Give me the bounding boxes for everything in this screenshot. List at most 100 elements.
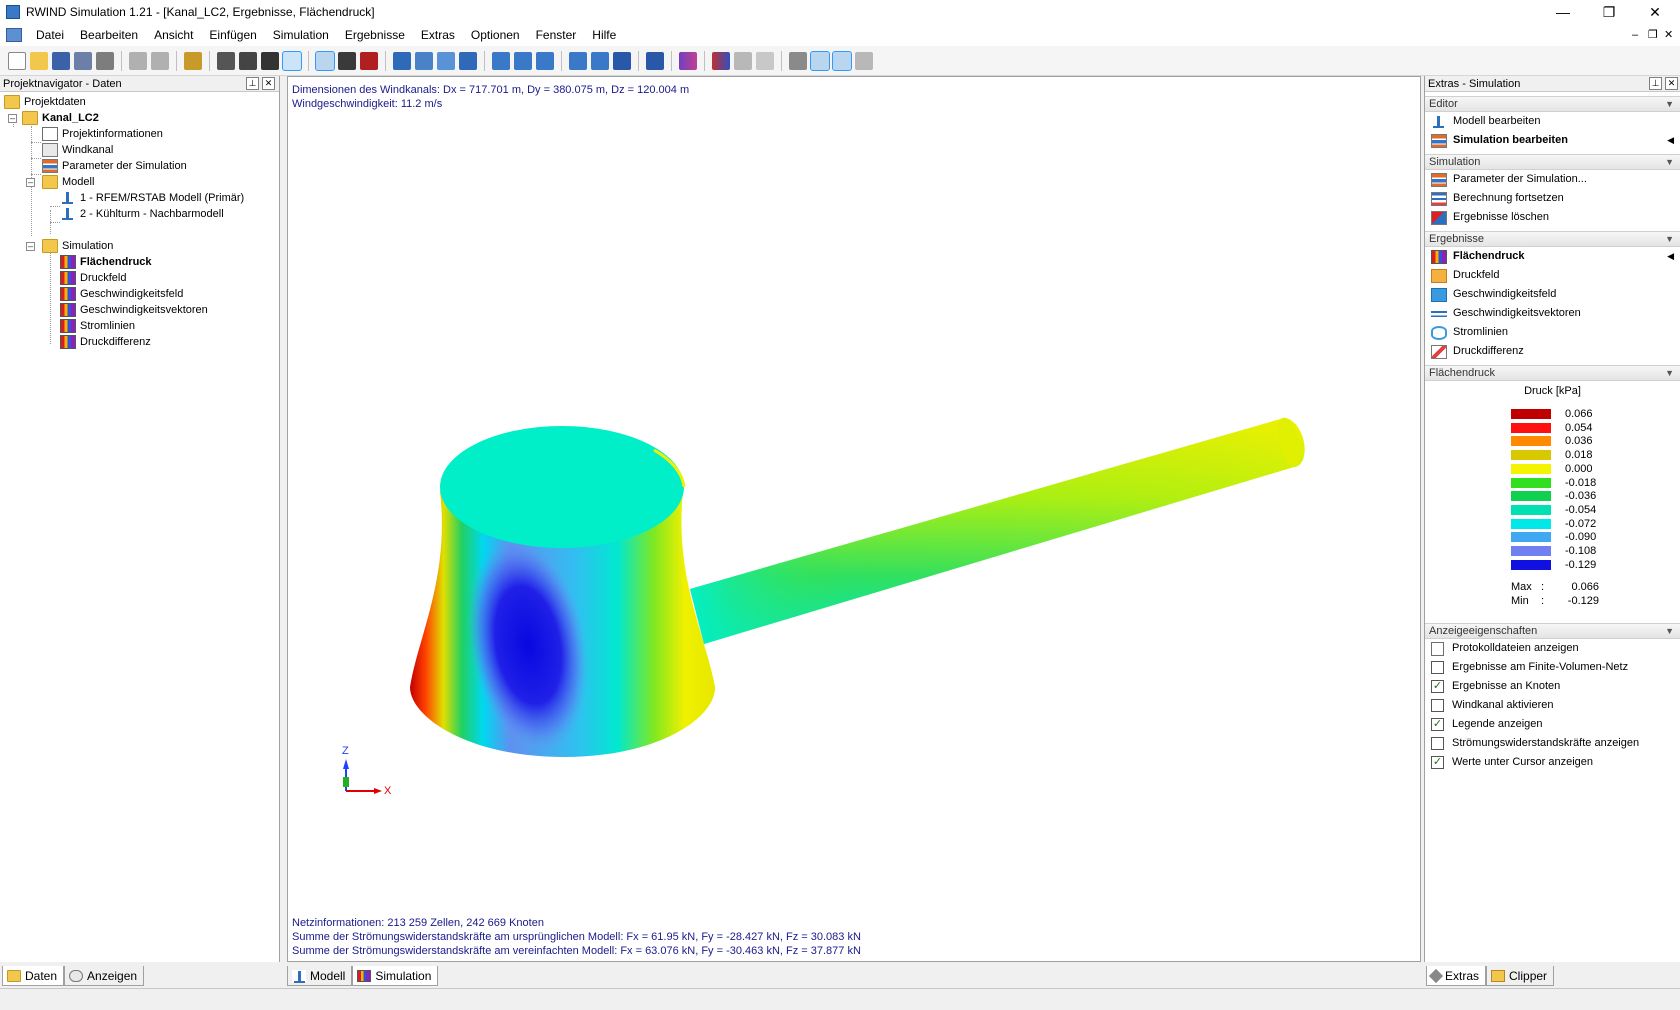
tree-modell-1[interactable]: 1 - RFEM/RSTAB Modell (Primär) xyxy=(60,190,244,206)
zoom-view-icon[interactable] xyxy=(360,51,378,70)
result-druckdifferenz-item[interactable]: Druckdifferenz xyxy=(1425,342,1680,361)
view-iso-icon[interactable] xyxy=(569,51,587,70)
display-box-icon[interactable] xyxy=(646,51,664,70)
menu-optionen[interactable]: Optionen xyxy=(463,24,528,46)
menu-bearbeiten[interactable]: Bearbeiten xyxy=(72,24,146,46)
menu-ergebnisse[interactable]: Ergebnisse xyxy=(337,24,413,46)
tab-modell[interactable]: Modell xyxy=(287,966,353,986)
close-panel-icon[interactable]: ✕ xyxy=(262,77,275,90)
display-option-item[interactable]: Strömungswiderstandskräfte anzeigen xyxy=(1425,734,1680,753)
vector-display-icon[interactable] xyxy=(734,51,752,70)
tree-result-druckdifferenz[interactable]: Druckdifferenz xyxy=(60,334,151,350)
close-button[interactable]: ✕ xyxy=(1632,0,1678,24)
minimize-button[interactable]: — xyxy=(1540,0,1586,24)
result-druckfeld-item[interactable]: Druckfeld xyxy=(1425,266,1680,285)
result-flaechendruck-item[interactable]: Flächendruck ◀ xyxy=(1425,247,1680,266)
display-option-item[interactable]: Protokolldateien anzeigen xyxy=(1425,639,1680,658)
restore-button[interactable]: ❐ xyxy=(1586,0,1632,24)
display-option-item[interactable]: ✓ Ergebnisse an Knoten xyxy=(1425,677,1680,696)
mdi-window-icon[interactable] xyxy=(6,28,22,42)
tree-project-kanal[interactable]: Kanal_LC2 xyxy=(22,110,99,126)
tab-daten[interactable]: Daten xyxy=(2,966,65,986)
menu-simulation[interactable]: Simulation xyxy=(265,24,337,46)
tree-windkanal[interactable]: Windkanal xyxy=(42,142,113,158)
model-render[interactable] xyxy=(288,77,1420,961)
rotate-view-icon[interactable] xyxy=(338,51,356,70)
view-front-icon[interactable] xyxy=(591,51,609,70)
checkbox[interactable] xyxy=(1431,661,1444,674)
zoom-all-icon[interactable] xyxy=(393,51,411,70)
redo-icon[interactable] xyxy=(151,51,169,70)
collapse-chevron-icon[interactable]: ▼ xyxy=(1665,232,1674,247)
undo-icon[interactable] xyxy=(129,51,147,70)
tab-anzeigen[interactable]: Anzeigen xyxy=(64,966,145,986)
solid-model-icon[interactable] xyxy=(832,50,852,71)
mdi-restore-button[interactable]: ❐ xyxy=(1648,24,1658,46)
display-option-item[interactable]: ✓ Werte unter Cursor anzeigen xyxy=(1425,753,1680,772)
tree-projektinformationen[interactable]: Projektinformationen xyxy=(42,126,163,142)
clipper-icon[interactable] xyxy=(789,51,807,70)
menu-datei[interactable]: Datei xyxy=(28,24,72,46)
tree-modell[interactable]: Modell xyxy=(42,174,94,190)
toolbar-options-icon[interactable] xyxy=(855,51,873,70)
parameter-simulation-item[interactable]: Parameter der Simulation... xyxy=(1425,170,1680,189)
mdi-close-button[interactable]: ✕ xyxy=(1664,24,1673,46)
menu-einfuegen[interactable]: Einfügen xyxy=(201,24,264,46)
mdi-minimize-button[interactable]: – xyxy=(1632,24,1638,46)
select-box-icon[interactable] xyxy=(282,50,302,71)
transparent-model-icon[interactable] xyxy=(810,50,830,71)
simulation-bearbeiten-item[interactable]: Simulation bearbeiten ◀ xyxy=(1425,131,1680,150)
view-direction-icon[interactable] xyxy=(613,51,631,70)
ergebnisse-loeschen-item[interactable]: Ergebnisse löschen xyxy=(1425,208,1680,227)
collapse-chevron-icon[interactable]: ▼ xyxy=(1665,97,1674,112)
simulation-viewport[interactable]: Dimensionen des Windkanals: Dx = 717.701… xyxy=(287,76,1421,962)
rotate-right-icon[interactable] xyxy=(536,51,554,70)
checkbox[interactable] xyxy=(1431,699,1444,712)
tree-result-stromlinien[interactable]: Stromlinien xyxy=(60,318,135,334)
zoom-fit-icon[interactable] xyxy=(459,51,477,70)
result-geschwindigkeitsfeld-item[interactable]: Geschwindigkeitsfeld xyxy=(1425,285,1680,304)
streamline-display-icon[interactable] xyxy=(756,51,774,70)
zoom-in-icon[interactable] xyxy=(437,51,455,70)
checkbox[interactable]: ✓ xyxy=(1431,756,1444,769)
tab-extras[interactable]: Extras xyxy=(1426,966,1487,986)
display-option-item[interactable]: Windkanal aktivieren xyxy=(1425,696,1680,715)
tree-result-druckfeld[interactable]: Druckfeld xyxy=(60,270,126,286)
display-option-item[interactable]: ✓ Legende anzeigen xyxy=(1425,715,1680,734)
result-stromlinien-item[interactable]: Stromlinien xyxy=(1425,323,1680,342)
tree-parameter[interactable]: Parameter der Simulation xyxy=(42,158,187,174)
tab-simulation[interactable]: Simulation xyxy=(352,966,439,986)
menu-hilfe[interactable]: Hilfe xyxy=(584,24,624,46)
checkbox[interactable] xyxy=(1431,737,1444,750)
close-panel-icon[interactable]: ✕ xyxy=(1665,77,1678,90)
tab-clipper[interactable]: Clipper xyxy=(1486,966,1555,986)
checkbox[interactable]: ✓ xyxy=(1431,718,1444,731)
result-display-icon[interactable] xyxy=(712,51,730,70)
collapse-chevron-icon[interactable]: ▼ xyxy=(1665,155,1674,170)
tree-projektdaten[interactable]: Projektdaten xyxy=(4,94,86,110)
tree-result-flaechendruck[interactable]: Flächendruck xyxy=(60,254,152,270)
crosshair-icon[interactable] xyxy=(261,51,279,70)
refresh-view-icon[interactable] xyxy=(492,51,510,70)
collapse-chevron-icon[interactable]: ▼ xyxy=(1665,366,1674,381)
pin-icon[interactable]: ⊥ xyxy=(1649,77,1662,90)
checkbox[interactable]: ✓ xyxy=(1431,680,1444,693)
tree-simulation[interactable]: Simulation xyxy=(42,238,113,254)
menu-extras[interactable]: Extras xyxy=(413,24,463,46)
grid-icon[interactable] xyxy=(217,51,235,70)
open-folder-icon[interactable] xyxy=(30,51,48,70)
section-editor[interactable]: Editor ▼ xyxy=(1425,96,1680,112)
new-file-icon[interactable] xyxy=(8,51,26,70)
move-view-icon[interactable] xyxy=(315,50,335,71)
tree-modell-2[interactable]: 2 - Kühlturm - Nachbarmodell xyxy=(60,206,224,222)
collapse-chevron-icon[interactable]: ▼ xyxy=(1665,624,1674,639)
print-icon[interactable] xyxy=(96,51,114,70)
pin-icon[interactable]: ⊥ xyxy=(246,77,259,90)
berechnung-fortsetzen-item[interactable]: Berechnung fortsetzen xyxy=(1425,189,1680,208)
display-option-item[interactable]: Ergebnisse am Finite-Volumen-Netz xyxy=(1425,658,1680,677)
result-geschwindigkeitsvektoren-item[interactable]: Geschwindigkeitsvektoren xyxy=(1425,304,1680,323)
collapse-modell-icon[interactable]: – xyxy=(26,178,35,187)
tree-result-geschwindigkeitsvektoren[interactable]: Geschwindigkeitsvektoren xyxy=(60,302,208,318)
section-legend[interactable]: Flächendruck ▼ xyxy=(1425,365,1680,381)
menu-fenster[interactable]: Fenster xyxy=(528,24,585,46)
